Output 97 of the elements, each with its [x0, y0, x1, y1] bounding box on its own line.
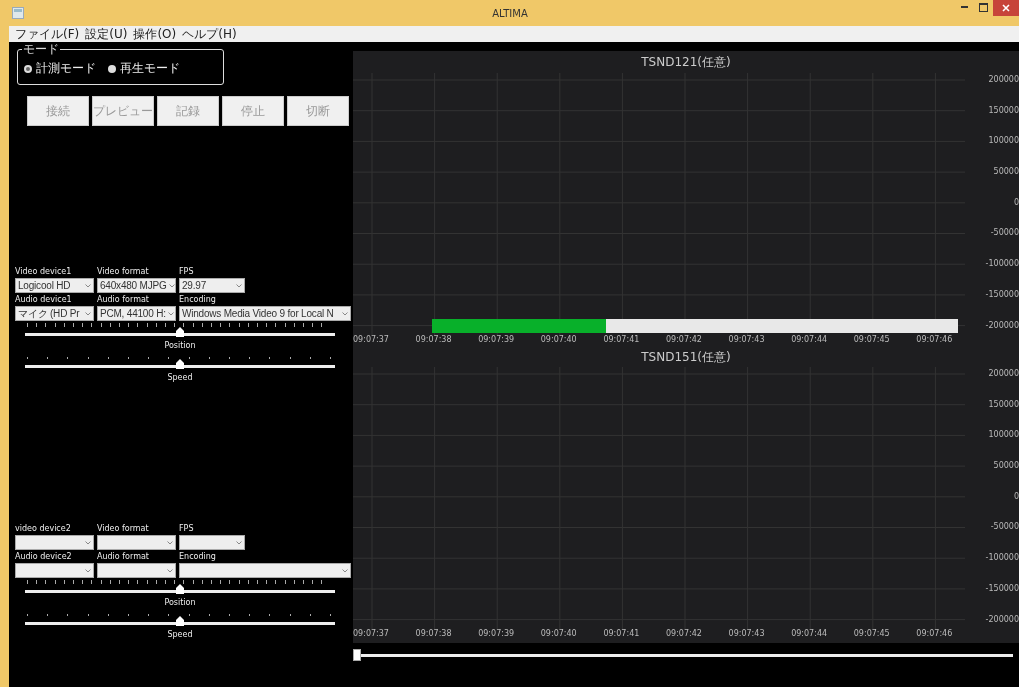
field-label: Video format	[97, 523, 150, 534]
axis-label: 100000	[988, 429, 1019, 442]
field-label: Audio format	[97, 294, 150, 305]
axis-label: 09:07:38	[415, 335, 453, 346]
axis-label: 200000	[988, 368, 1019, 380]
slider-thumb[interactable]	[176, 327, 184, 337]
chevron-icon	[85, 540, 91, 545]
axis-label: 09:07:37	[353, 629, 390, 640]
app-icon	[12, 7, 24, 19]
axis-label: 09:07:39	[478, 335, 516, 346]
chevron-icon	[167, 540, 173, 545]
axis-label: 09:07:42	[665, 335, 703, 346]
dropdown-field[interactable]: Windows Media Video 9 for Local N	[179, 306, 351, 321]
dropdown-field[interactable]	[179, 535, 245, 550]
radio-icon[interactable]	[108, 64, 116, 73]
chevron-icon	[342, 311, 348, 316]
dropdown-field[interactable]: Logicool HD	[15, 278, 94, 293]
slider-label: Speed	[166, 629, 194, 640]
chart-title: TSND121(任意)	[640, 54, 732, 71]
axis-label: 09:07:42	[665, 629, 703, 640]
slider-label: Position	[163, 340, 197, 351]
field-label: Encoding	[179, 294, 217, 305]
axis-label: -50000	[990, 227, 1019, 240]
dropdown-field[interactable]: マイク (HD Pr	[15, 306, 94, 321]
axis-label: 09:07:44	[791, 335, 829, 346]
axis-label: 09:07:41	[603, 629, 641, 640]
field-label: Audio format	[97, 551, 150, 562]
radio-option[interactable]: 再生モード	[108, 60, 180, 77]
axis-label: -150000	[985, 288, 1019, 301]
field-label: FPS	[179, 266, 195, 277]
chevron-icon	[85, 311, 91, 316]
axis-label: 150000	[988, 398, 1019, 411]
axis-label: 09:07:44	[791, 629, 829, 640]
axis-label: -200000	[985, 613, 1019, 626]
axis-label: 50000	[993, 166, 1019, 179]
axis-label: -100000	[985, 552, 1019, 565]
chevron-icon	[168, 283, 175, 288]
axis-label: 09:07:43	[728, 335, 766, 346]
menu-item[interactable]: ヘルプ(H)	[179, 27, 240, 41]
chevron-icon	[236, 283, 242, 288]
axis-label: -150000	[985, 582, 1019, 595]
dropdown-field[interactable]	[97, 563, 176, 578]
slider-thumb[interactable]	[176, 359, 184, 369]
radio-option[interactable]: 計測モード	[24, 60, 96, 77]
axis-label: 09:07:46	[916, 629, 954, 640]
chevron-icon	[85, 568, 91, 573]
axis-label: -200000	[985, 319, 1019, 332]
slider-label: Position	[163, 597, 197, 608]
axis-label: -50000	[990, 521, 1019, 534]
slider-thumb[interactable]	[353, 649, 361, 661]
window-title: ALTIMA	[491, 7, 529, 19]
group-label: モード	[22, 43, 60, 55]
field-label: Audio device1	[15, 294, 73, 305]
slider-thumb[interactable]	[176, 584, 184, 594]
axis-label: 50000	[993, 460, 1019, 473]
field-label: Encoding	[179, 551, 217, 562]
slider-label: Speed	[166, 372, 194, 383]
close-icon[interactable]	[993, 0, 1019, 16]
axis-label: 150000	[988, 104, 1019, 117]
radio-icon[interactable]	[24, 64, 32, 73]
axis-label: 09:07:40	[540, 335, 578, 346]
chevron-icon	[342, 568, 348, 573]
dropdown-field[interactable]	[179, 563, 351, 578]
axis-label: 09:07:37	[353, 335, 390, 346]
field-label: Video device1	[15, 266, 73, 277]
dropdown-field[interactable]: 29.97	[179, 278, 245, 293]
dropdown-field[interactable]: 640x480 MJPG	[97, 278, 176, 293]
axis-label: 100000	[988, 135, 1019, 148]
axis-label: 09:07:45	[853, 335, 891, 346]
menu-item[interactable]: ファイル(F)	[12, 27, 83, 41]
chevron-icon	[167, 311, 174, 316]
field-label: FPS	[179, 523, 195, 534]
chart-title: TSND151(任意)	[640, 349, 732, 366]
axis-label: 200000	[988, 74, 1019, 86]
chevron-icon	[236, 540, 242, 545]
axis-label: -100000	[985, 258, 1019, 271]
chevron-icon	[85, 283, 91, 288]
axis-label: 0	[1013, 196, 1019, 209]
dropdown-field[interactable]	[97, 535, 176, 550]
axis-label: 09:07:41	[603, 335, 641, 346]
menu-item[interactable]: 設定(U)	[82, 27, 131, 41]
menu-item[interactable]: 操作(O)	[130, 27, 180, 41]
dropdown-field[interactable]	[15, 535, 94, 550]
field-label: Video format	[97, 266, 150, 277]
axis-label: 09:07:45	[853, 629, 891, 640]
axis-label: 09:07:39	[478, 629, 516, 640]
chevron-icon	[167, 568, 173, 573]
field-label: Audio device2	[15, 551, 73, 562]
axis-label: 09:07:40	[540, 629, 578, 640]
dropdown-field[interactable]: PCM, 44100 H:	[97, 306, 176, 321]
axis-label: 09:07:43	[728, 629, 766, 640]
axis-label: 0	[1013, 490, 1019, 503]
field-label: video device2	[15, 523, 72, 534]
axis-label: 09:07:38	[415, 629, 453, 640]
dropdown-field[interactable]	[15, 563, 94, 578]
slider-thumb[interactable]	[176, 616, 184, 626]
axis-label: 09:07:46	[916, 335, 954, 346]
